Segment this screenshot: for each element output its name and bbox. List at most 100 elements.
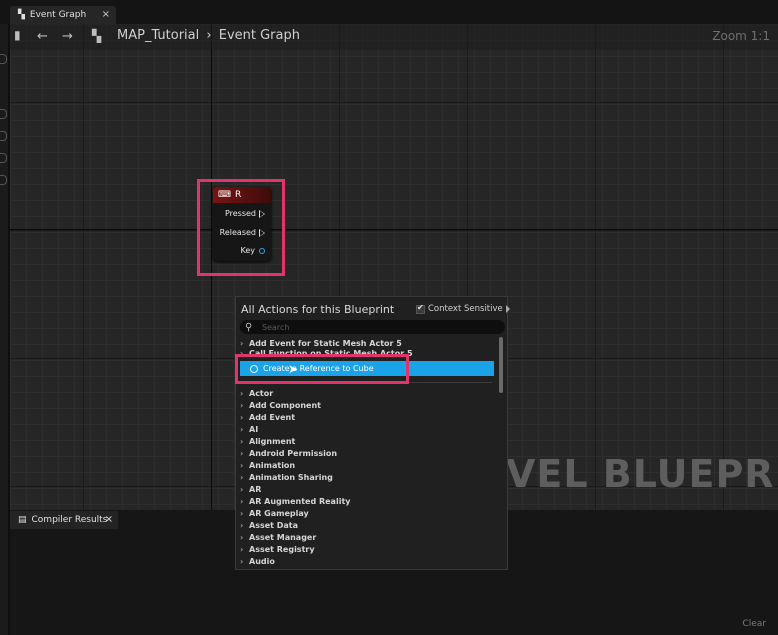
caret-right-icon[interactable] [505, 305, 510, 313]
item-label: AR Gameplay [249, 508, 309, 518]
tab-compiler-results[interactable]: ▤ Compiler Results × [10, 511, 118, 529]
item-label: Add Component [249, 400, 321, 410]
chevron-right-icon: › [240, 388, 244, 398]
close-icon[interactable]: × [102, 9, 110, 20]
bookmark-icon[interactable]: ▮ [14, 28, 21, 42]
node-header[interactable]: ⌨ R [213, 187, 271, 203]
graph-toolbar: ▮ ← → ▚ MAP_Tutorial › Event Graph Zoom … [10, 24, 778, 50]
breadcrumb-separator-icon: › [206, 28, 212, 43]
category-item[interactable]: › Animation [240, 459, 496, 471]
checkbox[interactable] [416, 303, 425, 314]
context-sensitive-label: Context Sensitive [428, 304, 503, 314]
chevron-right-icon: › [240, 400, 244, 410]
category-item[interactable]: › Asset Manager [240, 531, 496, 543]
category-item[interactable]: › Asset Registry [240, 543, 496, 555]
input-key-event-node[interactable]: ⌨ R Pressed Released Key [213, 187, 271, 261]
item-label: AR [249, 484, 262, 494]
item-label: Asset Data [249, 520, 299, 530]
chevron-right-icon: › [240, 520, 244, 530]
chevron-right-icon: › [240, 436, 244, 446]
category-item[interactable]: › Audio [240, 555, 496, 567]
list-item[interactable]: › Add Event for Static Mesh Actor 5 [240, 337, 496, 349]
item-label: Add Event [249, 412, 296, 422]
category-item[interactable]: › AR Gameplay [240, 507, 496, 519]
item-label: Audio [249, 556, 275, 566]
top-tab-bar: ▚ Event Graph × [0, 0, 778, 24]
breadcrumb: MAP_Tutorial › Event Graph [117, 28, 300, 43]
exec-pin-icon[interactable] [259, 228, 265, 237]
chevron-right-icon: › [240, 448, 244, 458]
struct-pin-icon[interactable] [259, 247, 265, 254]
chevron-right-icon: › [240, 544, 244, 554]
breadcrumb-leaf: Event Graph [218, 28, 300, 43]
mouse-cursor-icon: ➤ [288, 362, 299, 376]
search-icon: ⚲ [245, 321, 253, 333]
scrollbar-thumb[interactable] [499, 337, 503, 393]
collapse-handle[interactable] [0, 153, 7, 163]
collapse-handle[interactable] [0, 175, 7, 185]
selection-highlight-box [235, 354, 409, 384]
graph-icon: ▚ [92, 29, 102, 43]
level-blueprint-watermark: VEL BLUEPRINT [506, 452, 778, 496]
item-label: Add Event for Static Mesh Actor 5 [249, 338, 402, 348]
clear-button[interactable]: Clear [742, 619, 766, 629]
category-item[interactable]: › Add Event [240, 411, 496, 423]
pin-label: Key [240, 246, 255, 255]
close-icon[interactable]: × [105, 514, 113, 525]
collapse-handle[interactable] [0, 131, 7, 141]
left-side-strip [0, 24, 8, 635]
chevron-right-icon: › [240, 460, 244, 470]
node-title: R [235, 190, 242, 200]
item-label: Asset Manager [249, 532, 317, 542]
item-label: Actor [249, 388, 274, 398]
category-item[interactable]: › AI [240, 423, 496, 435]
forward-arrow-icon[interactable]: → [62, 29, 73, 44]
chevron-right-icon: › [240, 424, 244, 434]
category-list: › Actor › Add Component › Add Event › AI › Al… [240, 387, 496, 567]
chevron-right-icon: › [240, 556, 244, 566]
category-item[interactable]: › Android Permission [240, 447, 496, 459]
popup-title: All Actions for this Blueprint [241, 303, 395, 316]
pin-released[interactable]: Released [220, 228, 265, 237]
item-label: Animation Sharing [249, 472, 333, 482]
chevron-right-icon: › [240, 484, 244, 494]
zoom-level: Zoom 1:1 [712, 29, 770, 43]
chevron-right-icon: › [240, 496, 244, 506]
exec-pin-icon[interactable] [259, 209, 265, 218]
pin-label: Released [219, 228, 256, 237]
pin-pressed[interactable]: Pressed [225, 209, 265, 218]
chevron-right-icon: › [240, 412, 244, 422]
category-item[interactable]: › AR [240, 483, 496, 495]
search-box[interactable]: ⚲ [240, 320, 505, 334]
context-sensitive-toggle[interactable]: Context Sensitive [416, 303, 510, 314]
category-item[interactable]: › Animation Sharing [240, 471, 496, 483]
search-input[interactable] [260, 321, 484, 333]
keyboard-icon: ⌨ [218, 190, 231, 200]
category-item[interactable]: › Add Component [240, 399, 496, 411]
graph-icon: ▚ [18, 10, 25, 20]
chevron-right-icon: › [240, 532, 244, 542]
document-icon: ▤ [18, 515, 27, 525]
chevron-right-icon: › [240, 508, 244, 518]
item-label: AI [249, 424, 259, 434]
category-item[interactable]: › Actor [240, 387, 496, 399]
category-item[interactable]: › Asset Data [240, 519, 496, 531]
item-label: Alignment [249, 436, 296, 446]
action-menu-popup: All Actions for this Blueprint Context S… [235, 296, 510, 570]
category-item[interactable]: › AR Augmented Reality [240, 495, 496, 507]
item-label: AR Augmented Reality [249, 496, 351, 506]
tab-label: Compiler Results [31, 515, 108, 525]
graph-origin-line [10, 229, 778, 230]
item-label: Android Permission [249, 448, 338, 458]
back-arrow-icon[interactable]: ← [37, 29, 48, 44]
chevron-right-icon: › [240, 472, 244, 482]
pin-key[interactable]: Key [240, 246, 265, 255]
item-label: Animation [249, 460, 296, 470]
item-label: Asset Registry [249, 544, 315, 554]
category-item[interactable]: › Alignment [240, 435, 496, 447]
collapse-handle[interactable] [0, 109, 7, 119]
collapse-handle[interactable] [0, 54, 7, 64]
pin-label: Pressed [224, 209, 256, 218]
tab-event-graph[interactable]: ▚ Event Graph × [10, 6, 116, 24]
breadcrumb-root[interactable]: MAP_Tutorial [117, 28, 199, 43]
